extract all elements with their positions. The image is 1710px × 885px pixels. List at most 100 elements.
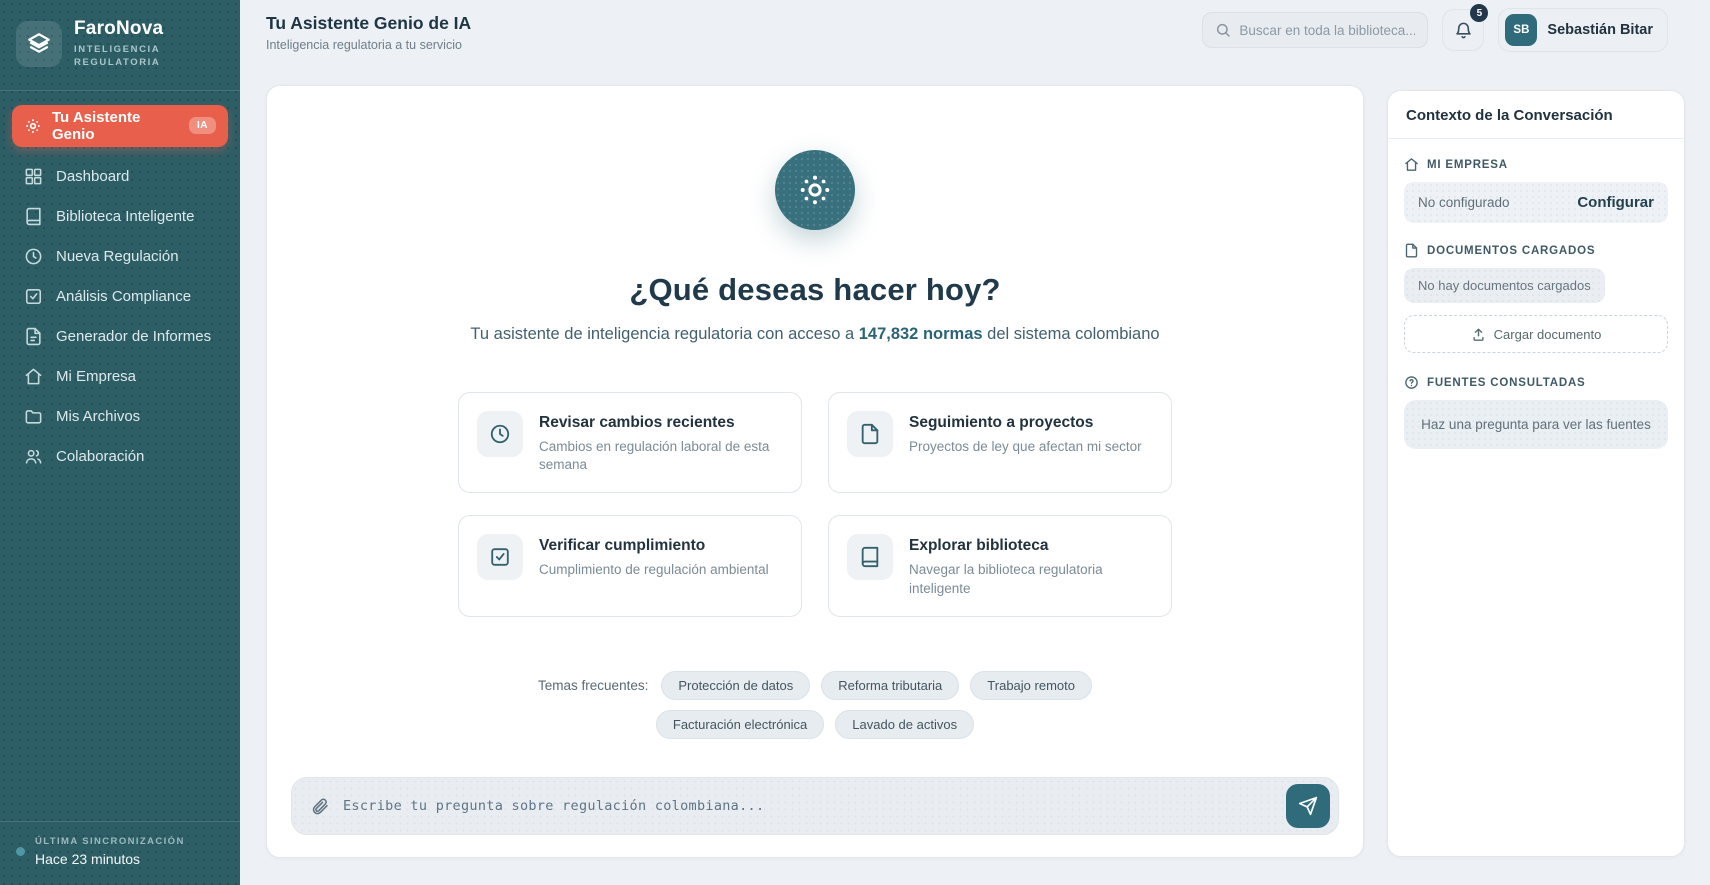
company-heading: MI EMPRESA bbox=[1427, 158, 1508, 171]
sidebar-item-label: Dashboard bbox=[56, 168, 130, 186]
action-card-seguimiento-proyectos[interactable]: Seguimiento a proyectos Proyectos de ley… bbox=[828, 392, 1172, 494]
user-menu[interactable]: SB Sebastián Bitar bbox=[1498, 8, 1668, 52]
sidebar-item-nueva-regulacion[interactable]: Nueva Regulación bbox=[12, 237, 228, 277]
sidebar: FaroNova INTELIGENCIA REGULATORIA Tu Asi… bbox=[0, 0, 240, 885]
sources-empty-state: Haz una pregunta para ver las fuentes bbox=[1404, 400, 1668, 449]
topics-label: Temas frecuentes: bbox=[538, 677, 649, 693]
home-icon bbox=[24, 367, 43, 386]
documents-empty-state: No hay documentos cargados bbox=[1404, 268, 1605, 303]
headline: ¿Qué deseas hacer hoy? bbox=[629, 272, 1001, 307]
company-status-box: No configurado Configurar bbox=[1404, 182, 1668, 223]
topic-chip-trabajo-remoto[interactable]: Trabajo remoto bbox=[970, 670, 1092, 700]
company-status: No configurado bbox=[1418, 195, 1510, 210]
sources-heading: FUENTES CONSULTADAS bbox=[1427, 376, 1586, 389]
book-icon bbox=[847, 534, 893, 581]
sidebar-nav: Tu Asistente Genio IA Dashboard Bibliote… bbox=[0, 104, 240, 477]
sync-value: Hace 23 minutos bbox=[35, 851, 141, 867]
sidebar-item-label: Tu Asistente Genio bbox=[52, 108, 141, 143]
upload-label: Cargar documento bbox=[1493, 326, 1602, 342]
user-name: Sebastián Bitar bbox=[1547, 22, 1653, 38]
topic-chip-reforma-tributaria[interactable]: Reforma tributaria bbox=[821, 670, 960, 700]
assistant-panel: ¿Qué deseas hacer hoy? Tu asistente de i… bbox=[266, 85, 1364, 858]
sidebar-item-label: Biblioteca Inteligente bbox=[56, 208, 195, 226]
brand-tagline-2: REGULATORIA bbox=[74, 57, 161, 69]
page-title: Tu Asistente Genio de IA bbox=[266, 12, 472, 33]
layers-logo-icon bbox=[16, 20, 62, 67]
action-card-cambios-recientes[interactable]: Revisar cambios recientes Cambios en reg… bbox=[458, 392, 802, 494]
quick-actions: Revisar cambios recientes Cambios en reg… bbox=[458, 392, 1172, 617]
notifications-button[interactable]: 5 bbox=[1442, 4, 1489, 51]
sidebar-item-label: Mis Archivos bbox=[56, 408, 141, 426]
sidebar-item-label: Colaboración bbox=[56, 448, 145, 466]
action-title: Revisar cambios recientes bbox=[539, 414, 735, 431]
action-description: Proyectos de ley que afectan mi sector bbox=[909, 439, 1142, 454]
action-card-explorar-biblioteca[interactable]: Explorar biblioteca Navegar la bibliotec… bbox=[828, 515, 1172, 617]
clock-icon bbox=[477, 411, 523, 457]
sync-label: ÚLTIMA SINCRONIZACIÓN bbox=[35, 836, 185, 847]
check-square-icon bbox=[24, 287, 43, 306]
sidebar-item-label: Nueva Regulación bbox=[56, 248, 179, 266]
check-square-icon bbox=[477, 534, 523, 581]
sidebar-item-asistente-genio[interactable]: Tu Asistente Genio IA bbox=[12, 104, 228, 147]
notification-badge: 5 bbox=[1470, 4, 1489, 22]
search-box[interactable] bbox=[1202, 12, 1429, 48]
sidebar-item-analisis-compliance[interactable]: Análisis Compliance bbox=[12, 277, 228, 317]
sync-status: ÚLTIMA SINCRONIZACIÓN Hace 23 minutos bbox=[0, 821, 240, 885]
brand-name: FaroNova bbox=[74, 18, 164, 39]
sidebar-item-colaboracion[interactable]: Colaboración bbox=[12, 437, 228, 477]
send-icon bbox=[1298, 796, 1318, 816]
search-input[interactable] bbox=[1239, 22, 1416, 38]
clock-icon bbox=[24, 247, 43, 266]
sidebar-divider bbox=[0, 89, 240, 91]
sidebar-item-label: Análisis Compliance bbox=[56, 288, 192, 306]
sidebar-item-mi-empresa[interactable]: Mi Empresa bbox=[12, 357, 228, 397]
frequent-topics: Temas frecuentes: Protección de datos Re… bbox=[485, 670, 1145, 739]
file-icon bbox=[1404, 243, 1419, 258]
action-title: Seguimiento a proyectos bbox=[909, 414, 1094, 431]
header: Tu Asistente Genio de IA Inteligencia re… bbox=[240, 0, 1710, 60]
topic-chip-lavado-activos[interactable]: Lavado de activos bbox=[835, 709, 975, 739]
sync-dot bbox=[16, 847, 25, 856]
chat-input-bar bbox=[291, 777, 1339, 835]
grid-icon bbox=[24, 167, 43, 186]
book-icon bbox=[24, 207, 43, 226]
sidebar-item-label: Generador de Informes bbox=[56, 328, 212, 346]
brand: FaroNova INTELIGENCIA REGULATORIA bbox=[0, 0, 240, 86]
search-icon bbox=[1215, 22, 1231, 38]
brand-tagline-1: INTELIGENCIA bbox=[74, 44, 161, 55]
chat-input[interactable] bbox=[343, 798, 1272, 814]
assistant-hero-icon bbox=[775, 150, 855, 230]
action-description: Navegar la biblioteca regulatoria inteli… bbox=[909, 562, 1103, 596]
sidebar-item-mis-archivos[interactable]: Mis Archivos bbox=[12, 397, 228, 437]
configure-button[interactable]: Configurar bbox=[1577, 194, 1654, 211]
file-text-icon bbox=[24, 327, 43, 346]
action-description: Cumplimiento de regulación ambiental bbox=[539, 562, 769, 578]
users-icon bbox=[24, 447, 43, 466]
folder-icon bbox=[24, 407, 43, 426]
action-title: Verificar cumplimiento bbox=[539, 537, 706, 555]
sidebar-item-biblioteca[interactable]: Biblioteca Inteligente bbox=[12, 197, 228, 237]
ia-badge: IA bbox=[189, 117, 216, 135]
documents-heading: DOCUMENTOS CARGADOS bbox=[1427, 244, 1596, 257]
sidebar-item-label: Mi Empresa bbox=[56, 368, 137, 386]
context-panel: Contexto de la Conversación MI EMPRESA N… bbox=[1387, 90, 1685, 857]
sources-icon bbox=[1404, 375, 1419, 390]
paperclip-icon[interactable] bbox=[310, 797, 329, 816]
hero-subtitle: Tu asistente de inteligencia regulatoria… bbox=[470, 325, 1160, 343]
topic-chip-facturacion-electronica[interactable]: Facturación electrónica bbox=[655, 709, 825, 739]
sidebar-item-dashboard[interactable]: Dashboard bbox=[12, 157, 228, 197]
context-panel-title: Contexto de la Conversación bbox=[1388, 91, 1684, 139]
home-icon bbox=[1404, 157, 1419, 172]
upload-icon bbox=[1471, 327, 1486, 342]
send-button[interactable] bbox=[1286, 784, 1330, 828]
sparkle-icon bbox=[24, 117, 42, 135]
action-description: Cambios en regulación laboral de esta se… bbox=[539, 439, 770, 473]
upload-document-button[interactable]: Cargar documento bbox=[1404, 315, 1668, 353]
file-icon bbox=[847, 411, 893, 457]
bell-icon bbox=[1454, 21, 1473, 40]
sidebar-item-generador-informes[interactable]: Generador de Informes bbox=[12, 317, 228, 357]
topic-chip-proteccion-datos[interactable]: Protección de datos bbox=[661, 670, 811, 700]
avatar: SB bbox=[1505, 14, 1538, 46]
action-card-verificar-cumplimiento[interactable]: Verificar cumplimiento Cumplimiento de r… bbox=[458, 515, 802, 617]
norm-count: 147,832 normas bbox=[858, 325, 983, 343]
